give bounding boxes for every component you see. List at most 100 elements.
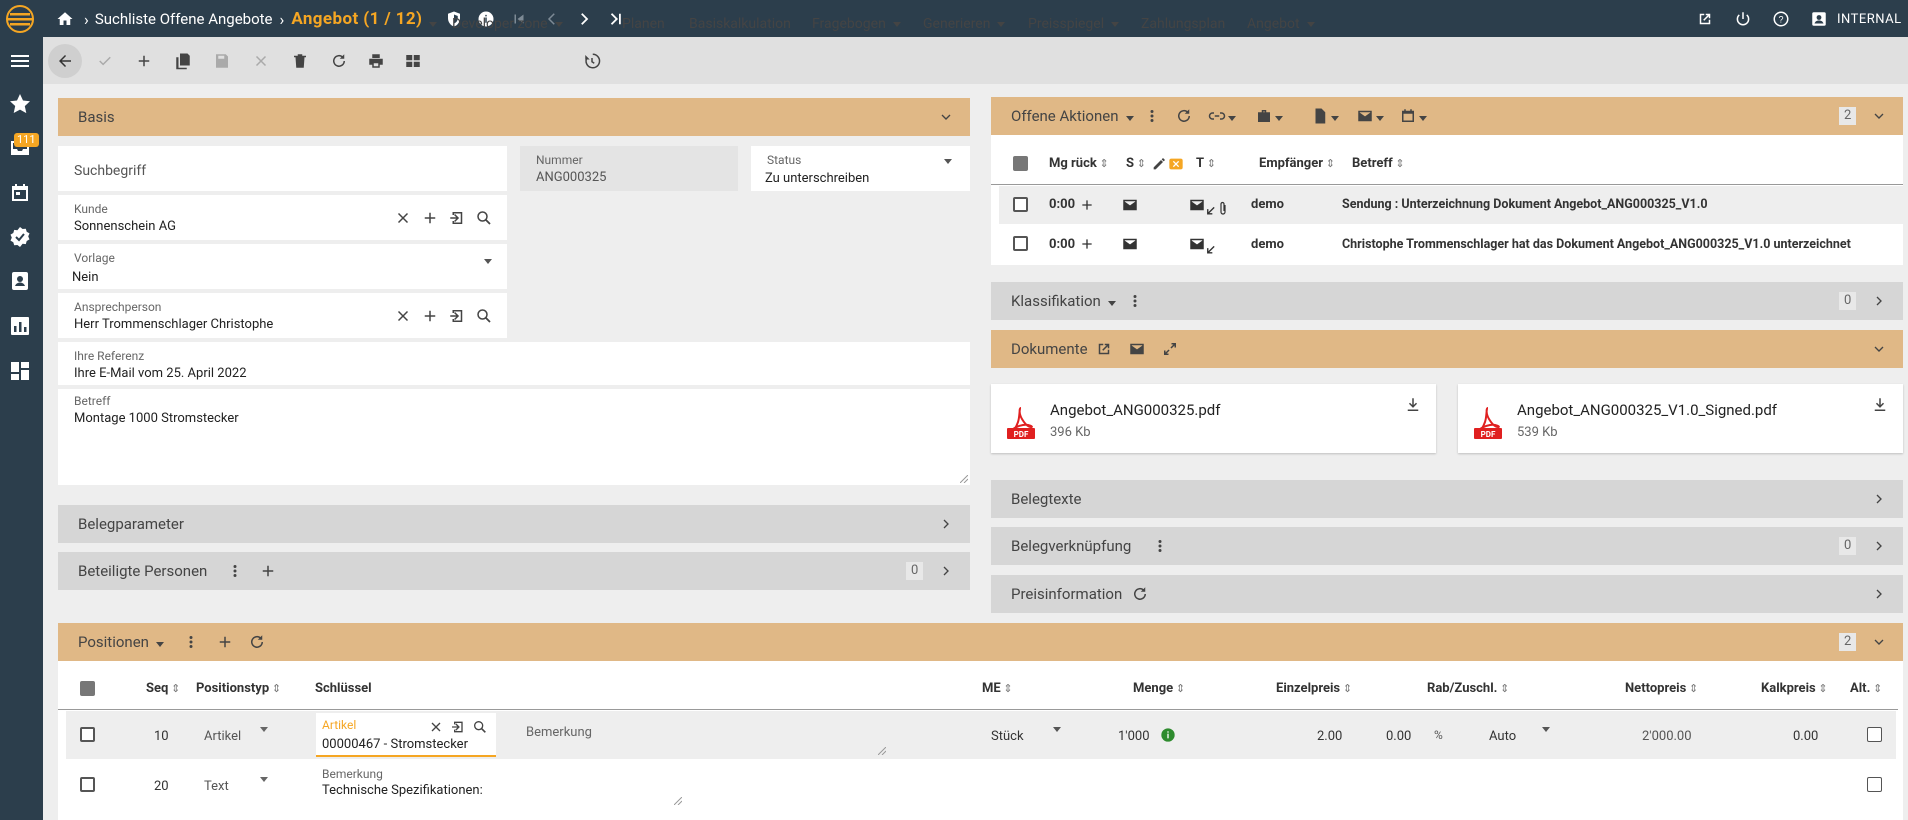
chevron-right-icon[interactable]	[1871, 538, 1887, 554]
add-icon[interactable]	[259, 562, 277, 580]
resize-handle-icon[interactable]	[878, 747, 886, 755]
col-betreff[interactable]: Betreff	[1352, 156, 1405, 171]
search-icon[interactable]	[475, 209, 493, 227]
row-positionstyp[interactable]: Artikel	[204, 729, 241, 744]
bemerkung-value[interactable]: Technische Spezifikationen:	[322, 783, 483, 798]
download-icon[interactable]	[1871, 396, 1889, 414]
select-all-checkbox[interactable]	[80, 681, 95, 696]
kunde-field[interactable]: Kunde Sonnenschein AG	[58, 195, 507, 240]
chevron-down-icon[interactable]	[938, 109, 954, 125]
clear-icon[interactable]	[428, 718, 444, 736]
document-name[interactable]: Angebot_ANG000325.pdf	[1050, 401, 1220, 419]
row-rabatt[interactable]: 0.00	[1386, 729, 1411, 744]
chevron-right-icon[interactable]	[1871, 491, 1887, 507]
row-me[interactable]: Stück	[991, 729, 1024, 744]
artikel-value[interactable]: 00000467 - Stromstecker	[322, 737, 468, 752]
generieren-menu[interactable]: Generieren	[923, 14, 1005, 34]
table-row[interactable]: 20 Text Bemerkung Technische Spezifikati…	[66, 761, 1896, 809]
betreff-textarea[interactable]: Betreff Montage 1000 Stromstecker	[58, 389, 970, 485]
caret-down-icon[interactable]	[258, 723, 270, 735]
row-betreff[interactable]: Christophe Trommenschlager hat das Dokum…	[1342, 237, 1851, 252]
col-einzelpreis[interactable]: Einzelpreis	[1276, 681, 1352, 696]
chevron-right-icon[interactable]	[938, 563, 954, 579]
row-checkbox[interactable]	[80, 777, 95, 792]
more-vert-icon[interactable]	[1151, 537, 1169, 555]
attachment-icon[interactable]	[1217, 200, 1229, 218]
betreff-value[interactable]: Montage 1000 Stromstecker	[74, 411, 239, 426]
power-icon[interactable]	[1734, 9, 1752, 29]
select-all-checkbox[interactable]	[1013, 156, 1028, 171]
info-green-icon[interactable]	[1160, 726, 1176, 744]
offene-aktionen-title[interactable]: Offene Aktionen	[1011, 107, 1134, 125]
row-positionstyp[interactable]: Text	[204, 779, 229, 794]
search-icon[interactable]	[472, 718, 488, 736]
add-icon[interactable]	[216, 633, 234, 651]
dokumente-panel-header[interactable]: Dokumente	[991, 330, 1903, 368]
col-nettopreis[interactable]: Nettopreis	[1625, 681, 1698, 696]
open-external-icon[interactable]	[1696, 9, 1714, 29]
add-icon[interactable]	[1079, 196, 1095, 214]
preisspiegel-menu[interactable]: Preisspiegel	[1028, 14, 1119, 34]
col-seq[interactable]: Seq	[146, 681, 180, 696]
col-t[interactable]: T	[1196, 156, 1216, 171]
verified-icon[interactable]	[8, 225, 32, 249]
basis-panel-header[interactable]: Basis	[58, 98, 970, 136]
open-external-icon[interactable]	[1095, 340, 1113, 358]
clear-icon[interactable]	[394, 209, 412, 227]
delete-icon[interactable]	[291, 52, 309, 70]
row-rabatt-mode[interactable]: Auto	[1489, 729, 1516, 744]
copy-icon[interactable]	[174, 52, 192, 70]
edit-pencil-icon[interactable]	[1151, 155, 1167, 173]
klassifikation-title[interactable]: Klassifikation	[1011, 292, 1116, 310]
more-vert-icon[interactable]	[1143, 107, 1161, 125]
app-logo-icon[interactable]	[4, 3, 36, 35]
dashboard-icon[interactable]	[8, 359, 32, 383]
artikel-field[interactable]: Artikel 00000467 - Stromstecker	[316, 713, 496, 757]
add-icon[interactable]	[421, 209, 439, 227]
document-dropdown[interactable]	[1324, 107, 1339, 125]
belegparameter-panel-header[interactable]: Belegparameter	[58, 505, 970, 543]
document-card[interactable]: PDF Angebot_ANG000325.pdf 396 Kb	[991, 384, 1436, 453]
col-kalkpreis[interactable]: Kalkpreis	[1761, 681, 1828, 696]
zahlungsplan-button[interactable]: Zahlungsplan	[1141, 14, 1225, 34]
row-checkbox[interactable]	[80, 727, 95, 742]
document-card[interactable]: PDF Angebot_ANG000325_V1.0_Signed.pdf 53…	[1458, 384, 1903, 453]
col-alt[interactable]: Alt.	[1850, 681, 1882, 696]
save-icon[interactable]	[213, 52, 231, 70]
chevron-down-icon[interactable]	[1871, 634, 1887, 650]
basiskalkulation-button[interactable]: Basiskalkulation	[689, 14, 791, 34]
col-empfaenger[interactable]: Empfänger	[1259, 156, 1335, 171]
offene-aktionen-panel-header[interactable]: Offene Aktionen 2	[991, 97, 1903, 135]
refresh-icon[interactable]	[1175, 107, 1193, 125]
fragebogen-menu[interactable]: Fragebogen	[812, 14, 901, 34]
chevron-right-icon[interactable]	[938, 516, 954, 532]
download-icon[interactable]	[1404, 396, 1422, 414]
developer-zone-menu[interactable]: Developer zone	[452, 14, 563, 34]
col-me[interactable]: ME	[982, 681, 1013, 696]
clear-edit-icon[interactable]	[1168, 155, 1184, 173]
more-vert-icon[interactable]	[182, 633, 200, 651]
row-betreff[interactable]: Sendung : Unterzeichnung Dokument Angebo…	[1342, 197, 1708, 212]
refresh-icon[interactable]	[1131, 585, 1149, 603]
klassifikation-panel-header[interactable]: Klassifikation 0	[991, 282, 1903, 320]
chevron-right-icon[interactable]	[1871, 586, 1887, 602]
resize-handle-icon[interactable]	[674, 797, 682, 805]
check-icon[interactable]	[96, 52, 114, 70]
add-icon[interactable]	[135, 52, 153, 70]
account-icon[interactable]	[1810, 9, 1828, 29]
link-dropdown[interactable]	[1221, 107, 1236, 125]
history-icon[interactable]	[583, 52, 601, 70]
clear-icon[interactable]	[394, 307, 412, 325]
layout-icon[interactable]	[404, 52, 422, 70]
row-kalkpreis[interactable]: 0.00	[1793, 729, 1818, 744]
belegverknuepfung-panel-header[interactable]: Belegverknüpfung 0	[991, 527, 1903, 565]
caret-down-icon[interactable]	[482, 255, 494, 267]
col-s[interactable]: S	[1126, 156, 1146, 171]
mail-dropdown[interactable]	[1369, 107, 1384, 125]
menu-icon[interactable]	[8, 49, 32, 73]
refresh-icon[interactable]	[248, 633, 266, 651]
add-icon[interactable]	[421, 307, 439, 325]
referenz-field[interactable]: Ihre Referenz Ihre E-Mail vom 25. April …	[58, 342, 970, 385]
open-record-icon[interactable]	[448, 307, 466, 325]
row-checkbox[interactable]	[1013, 197, 1028, 212]
